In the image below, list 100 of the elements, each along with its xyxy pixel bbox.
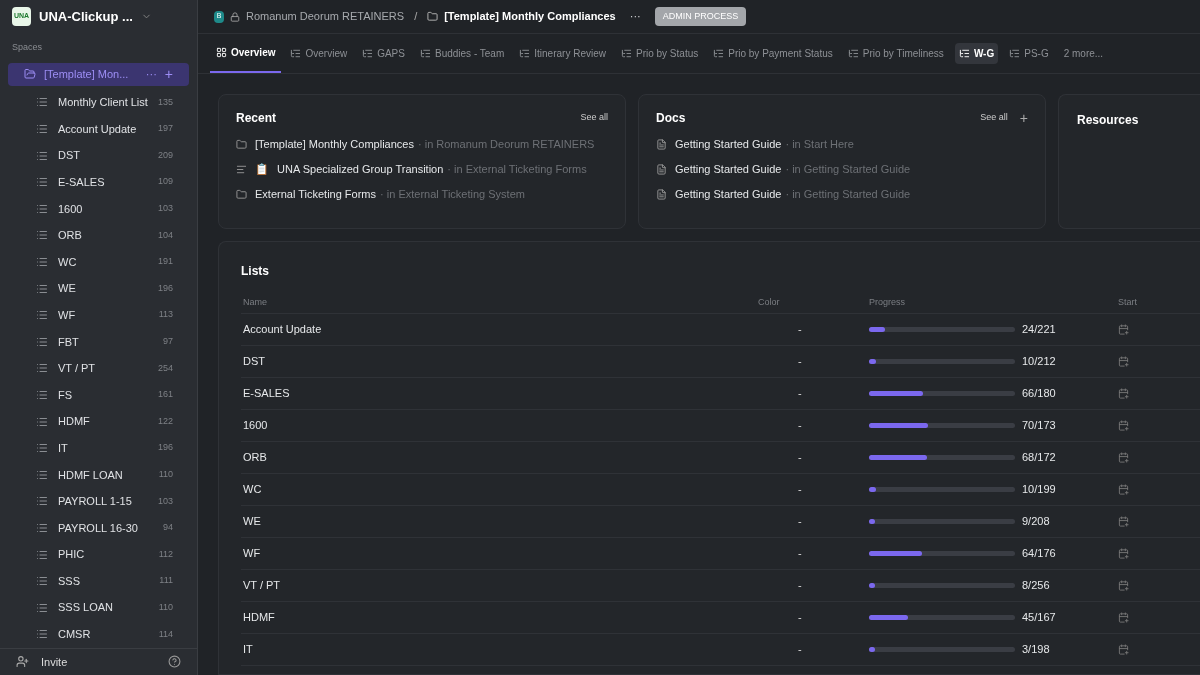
color-cell-text: - (797, 610, 803, 626)
see-all-link[interactable]: See all (980, 111, 1008, 125)
doc-item[interactable]: Getting Started Guide · in Getting Started Guide (656, 186, 1028, 202)
view-tab[interactable]: Itinerary Review (513, 33, 612, 73)
item-count: 94 (163, 521, 173, 535)
list-name: E-SALES (242, 386, 291, 402)
grid-icon (216, 46, 227, 58)
sidebar-item[interactable]: SSS LOAN 110 (36, 594, 173, 622)
sidebar-item[interactable]: FS 161 (36, 381, 173, 409)
item-count: 197 (157, 122, 173, 136)
calendar-icon[interactable] (1118, 356, 1129, 367)
list-icon (519, 47, 531, 59)
sidebar-item[interactable]: WC 191 (36, 248, 173, 276)
recent-item[interactable]: External Ticketing Forms · in External Ticketing System (236, 186, 608, 202)
progress-count: 10/199 (1021, 482, 1057, 498)
breadcrumb-link[interactable]: Romanum Deorum RETAINERS (246, 8, 405, 25)
calendar-icon[interactable] (1118, 548, 1129, 559)
sidebar-item[interactable]: WF 113 (36, 301, 173, 329)
view-tab[interactable]: GAPS (356, 33, 411, 73)
calendar-icon[interactable] (1118, 452, 1129, 463)
breadcrumb-folder[interactable]: [Template] Monthly Compliances (444, 8, 616, 25)
item-name: WC (58, 254, 78, 270)
recent-item[interactable]: 📋 UNA Specialized Group Transition · in External Ticketing Forms (236, 161, 608, 177)
color-cell-text: - (797, 354, 803, 370)
space-item[interactable]: [Template] Mon... ··· + (8, 62, 189, 87)
progress-count: 8/256 (1021, 578, 1051, 594)
sidebar-item[interactable]: WE 196 (36, 275, 173, 302)
list-row[interactable]: DST - 10/212 (241, 346, 1200, 378)
sidebar-item[interactable]: Monthly Client List 135 (36, 89, 173, 116)
calendar-icon[interactable] (1118, 388, 1129, 399)
list-row[interactable]: 1600 - 70/173 (241, 410, 1200, 442)
sidebar-item[interactable]: DST 209 (36, 142, 173, 169)
space-name: [Template] Mon... (44, 67, 130, 83)
workspace-name[interactable]: UNA-Clickup ... (39, 6, 133, 27)
item-count: 135 (157, 95, 173, 109)
list-row[interactable]: VT / PT - 8/256 (241, 570, 1200, 602)
sidebar-item[interactable]: PAYROLL 16-30 94 (36, 514, 173, 542)
document-icon (656, 188, 667, 200)
recent-item[interactable]: [Template] Monthly Compliances · in Romanum Deorum RETAINERS (236, 136, 608, 152)
sidebar-item[interactable]: VT / PT 254 (36, 355, 173, 382)
calendar-icon[interactable] (1118, 484, 1129, 495)
sidebar-item[interactable]: E-SALES 109 (36, 168, 173, 196)
calendar-icon[interactable] (1118, 516, 1129, 527)
sidebar-item[interactable]: HDMF LOAN 110 (36, 461, 173, 489)
sidebar-item[interactable]: HDMF 122 (36, 408, 173, 435)
sidebar-item[interactable]: ORB 104 (36, 222, 173, 249)
list-icon (36, 362, 48, 375)
item-name: HDMF (58, 414, 91, 430)
calendar-icon[interactable] (1118, 644, 1129, 655)
progress-count: 10/212 (1021, 354, 1057, 370)
list-name: 1600 (242, 418, 269, 434)
list-icon (36, 548, 48, 561)
list-icon (36, 575, 48, 588)
add-icon[interactable]: + (1019, 111, 1028, 125)
view-tab[interactable]: Prio by Status (614, 33, 705, 73)
list-row[interactable]: WF - 64/176 (241, 538, 1200, 570)
item-name: E-SALES (58, 175, 106, 190)
sidebar-item[interactable]: PHIC 112 (36, 541, 173, 568)
list-name: HDMF (242, 610, 276, 626)
sidebar-item[interactable]: FBT 97 (36, 328, 173, 356)
list-row[interactable]: E-SALES - 66/180 (241, 378, 1200, 410)
sidebar-item[interactable]: CMSR 114 (36, 621, 173, 648)
progress-count: 45/167 (1021, 610, 1057, 626)
help-icon[interactable] (168, 655, 181, 669)
card-title: Resources (1077, 113, 1139, 127)
list-row[interactable]: HDMF - 45/167 (241, 602, 1200, 634)
view-tab[interactable]: PS-G (1003, 33, 1055, 73)
item-count: 109 (157, 175, 173, 189)
view-tab[interactable]: Prio by Payment Status (707, 33, 839, 73)
view-tab[interactable]: Prio by Timeliness (841, 33, 950, 73)
see-all-link[interactable]: See all (580, 111, 608, 125)
invite-button[interactable]: Invite (41, 653, 156, 671)
item-name: Account Update (58, 121, 138, 137)
calendar-icon[interactable] (1118, 420, 1129, 431)
card-title: Docs (656, 110, 687, 127)
item-count: 191 (157, 255, 173, 269)
view-tab[interactable]: Overview (284, 33, 354, 73)
more-tabs-link[interactable]: 2 more... (1057, 33, 1110, 73)
sidebar-item[interactable]: Account Update 197 (36, 115, 173, 143)
doc-item[interactable]: Getting Started Guide · in Start Here (656, 136, 1028, 152)
list-row[interactable]: WE - 9/208 (241, 506, 1200, 538)
sidebar-item[interactable]: IT 196 (36, 434, 173, 462)
view-tab[interactable]: Overview (210, 33, 282, 73)
sidebar-item[interactable]: PAYROLL 1-15 103 (36, 488, 173, 515)
view-tab[interactable]: Buddies - Team (413, 33, 511, 73)
more-icon[interactable]: ··· (629, 8, 641, 25)
doc-item[interactable]: Getting Started Guide · in Getting Started Guide (656, 161, 1028, 177)
list-row[interactable]: IT - 3/198 (241, 634, 1200, 666)
add-icon[interactable]: + (164, 63, 173, 85)
document-icon (656, 163, 667, 175)
sidebar-item[interactable]: 1600 103 (36, 195, 173, 223)
more-icon[interactable]: ··· (145, 66, 157, 83)
list-row[interactable]: Account Update - 24/221 (241, 314, 1200, 346)
list-icon (713, 47, 725, 59)
sidebar-item[interactable]: SSS 111 (36, 567, 173, 595)
calendar-icon[interactable] (1118, 324, 1129, 335)
list-row[interactable]: ORB - 68/172 (241, 442, 1200, 474)
list-row[interactable]: WC - 10/199 (241, 474, 1200, 506)
calendar-icon[interactable] (1118, 580, 1129, 591)
calendar-icon[interactable] (1118, 612, 1129, 623)
